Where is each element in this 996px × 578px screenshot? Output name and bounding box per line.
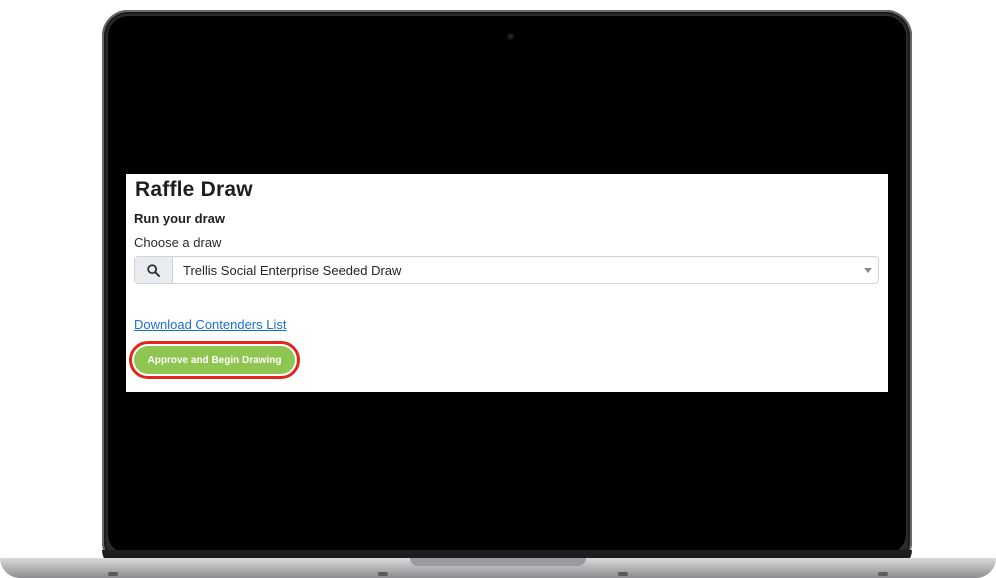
raffle-draw-panel: Raffle Draw Run your draw Choose a draw …	[126, 174, 888, 392]
draw-select-label: Choose a draw	[134, 235, 222, 250]
page-title: Raffle Draw	[135, 178, 253, 201]
draw-select[interactable]: Trellis Social Enterprise Seeded Draw	[134, 256, 879, 284]
download-contenders-link[interactable]: Download Contenders List	[134, 317, 286, 332]
draw-select-value: Trellis Social Enterprise Seeded Draw	[183, 262, 402, 278]
laptop-foot	[378, 572, 388, 576]
camera-dot	[508, 34, 513, 39]
section-title: Run your draw	[134, 211, 226, 226]
approve-begin-drawing-button[interactable]: Approve and Begin Drawing	[134, 346, 295, 374]
laptop-base	[0, 558, 996, 578]
laptop-base-notch	[410, 558, 586, 566]
search-icon	[135, 257, 173, 283]
laptop-foot	[878, 572, 888, 576]
laptop-foot	[618, 572, 628, 576]
laptop-foot	[108, 572, 118, 576]
caret-down-icon	[858, 267, 878, 273]
